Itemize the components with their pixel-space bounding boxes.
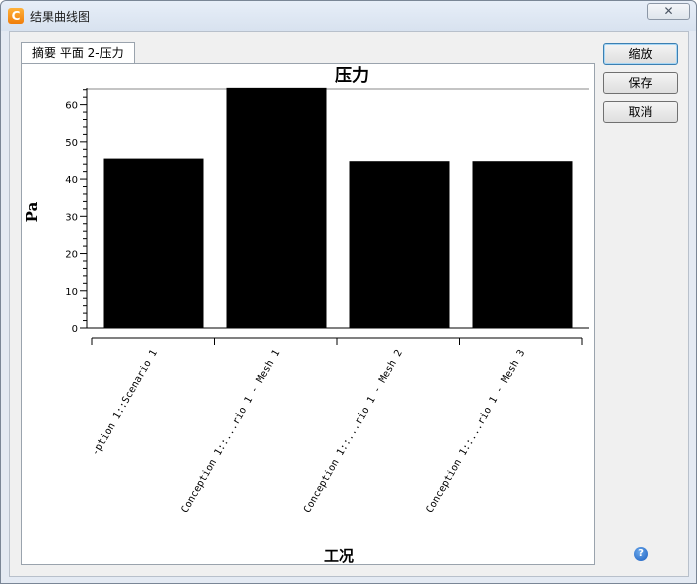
zoom-button[interactable]: 缩放	[603, 43, 678, 65]
bar	[103, 158, 204, 328]
bar	[472, 161, 573, 328]
y-axis-label: Pa	[23, 201, 41, 222]
pressure-chart: 压力0 10 20 30 40 50 60Pa-ption 1::Scenario 1 Con…	[23, 65, 589, 564]
dialog-window: C 结果曲线图 ✕ 摘要 平面 2-压力 压力 0 10 20 30 40 50 60 Pa -p…	[0, 0, 697, 584]
save-button[interactable]: 保存	[603, 72, 678, 94]
close-button[interactable]: ✕	[647, 3, 690, 20]
y-tick-label: 20	[65, 250, 78, 261]
chart-title: 压力	[335, 65, 369, 86]
category-tick-label: -ption 1::Scenario 1	[90, 348, 160, 458]
y-tick-label: 30	[65, 212, 78, 223]
y-tick-label: 40	[65, 175, 78, 186]
category-tick-label: Conception 1::...rio 1 - Mesh 2	[302, 348, 405, 515]
bar	[226, 87, 327, 328]
bar	[349, 161, 450, 328]
cancel-button[interactable]: 取消	[603, 101, 678, 123]
y-tick-label: 10	[65, 287, 78, 298]
dialog-body: 摘要 平面 2-压力 压力0 10 20 30 40 50 60Pa-ption 1::Sc…	[9, 31, 689, 577]
y-tick-label: 60	[65, 101, 78, 112]
tab-summary-plane2-pressure[interactable]: 摘要 平面 2-压力	[21, 42, 135, 64]
category-tick-label: Conception 1::...rio 1 - Mesh 1	[180, 348, 283, 515]
app-icon: C	[8, 8, 24, 24]
category-tick-label: Conception 1::...rio 1 - Mesh 3	[425, 348, 528, 515]
y-tick-label: 50	[65, 138, 78, 149]
help-icon[interactable]: ?	[634, 547, 648, 561]
chart-panel: 压力0 10 20 30 40 50 60Pa-ption 1::Scenario 1 Con…	[21, 63, 595, 565]
title-bar[interactable]: C 结果曲线图 ✕	[1, 1, 696, 31]
y-tick-label: 0	[72, 324, 78, 335]
window-title: 结果曲线图	[30, 10, 91, 24]
x-axis-label: 工况	[324, 547, 354, 564]
